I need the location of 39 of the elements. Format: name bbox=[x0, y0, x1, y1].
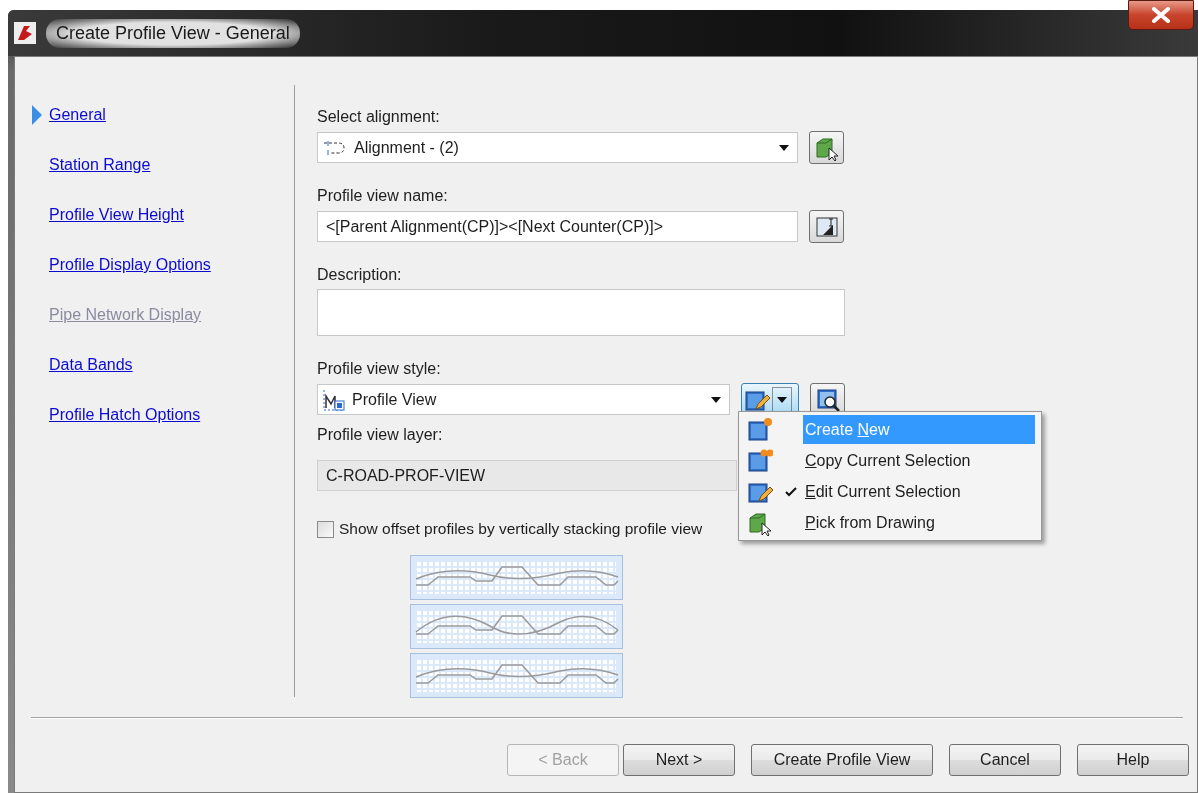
nav-link[interactable]: Profile Hatch Options bbox=[49, 405, 201, 425]
field-label: Select alignment: bbox=[317, 107, 440, 127]
copy-style-icon bbox=[747, 447, 773, 474]
field-label: Description: bbox=[317, 265, 402, 285]
name-input-field[interactable]: <[Parent Alignment(CP)]><[Next Counter(CP)]> bbox=[317, 211, 798, 242]
dialog-button[interactable]: Next > bbox=[623, 744, 735, 776]
menu-item[interactable]: Pick from Drawing bbox=[803, 508, 1035, 537]
close-button[interactable] bbox=[1128, 0, 1194, 30]
nav-link[interactable]: Data Bands bbox=[49, 355, 133, 375]
name-template-button[interactable] bbox=[809, 210, 844, 243]
style-dropdown[interactable]: Profile View bbox=[317, 384, 730, 415]
nav-link[interactable]: General bbox=[49, 105, 106, 125]
menu-item[interactable]: Edit Current Selection bbox=[803, 477, 1035, 506]
checkbox-label: Show offset profiles by vertically stacking profile view bbox=[339, 519, 703, 539]
field-label: Profile view style: bbox=[317, 359, 441, 379]
field-label: Profile view name: bbox=[317, 186, 448, 206]
profile-style-icon bbox=[322, 387, 346, 412]
alignment-icon bbox=[322, 138, 348, 157]
window-title: Create Profile View - General bbox=[46, 18, 300, 48]
dialog-button[interactable]: Help bbox=[1077, 744, 1189, 776]
dropdown-arrow-icon bbox=[711, 396, 721, 403]
dropdown-arrow-icon bbox=[779, 144, 789, 151]
field-label: Profile view layer: bbox=[317, 425, 443, 445]
dialog-button[interactable]: Create Profile View bbox=[751, 744, 933, 776]
checkbox[interactable] bbox=[317, 520, 334, 538]
app-logo-icon bbox=[14, 22, 36, 44]
nav-link[interactable]: Station Range bbox=[49, 155, 151, 175]
dialog-button[interactable]: Cancel bbox=[949, 744, 1061, 776]
nav-link[interactable]: Profile View Height bbox=[49, 205, 184, 225]
caret-icon bbox=[772, 386, 792, 413]
pick-from-drawing-button[interactable] bbox=[809, 131, 844, 164]
nav-link[interactable]: Profile Display Options bbox=[49, 255, 211, 275]
alignment-dropdown[interactable]: Alignment - (2) bbox=[317, 132, 798, 163]
text-cursor-icon bbox=[814, 214, 839, 239]
menu-item[interactable]: Copy Current Selection bbox=[803, 446, 1035, 475]
close-icon bbox=[1151, 7, 1171, 23]
new-style-icon bbox=[747, 416, 773, 443]
description-input-field[interactable] bbox=[317, 289, 845, 336]
layer-field[interactable]: C-ROAD-PROF-VIEW bbox=[317, 460, 737, 491]
